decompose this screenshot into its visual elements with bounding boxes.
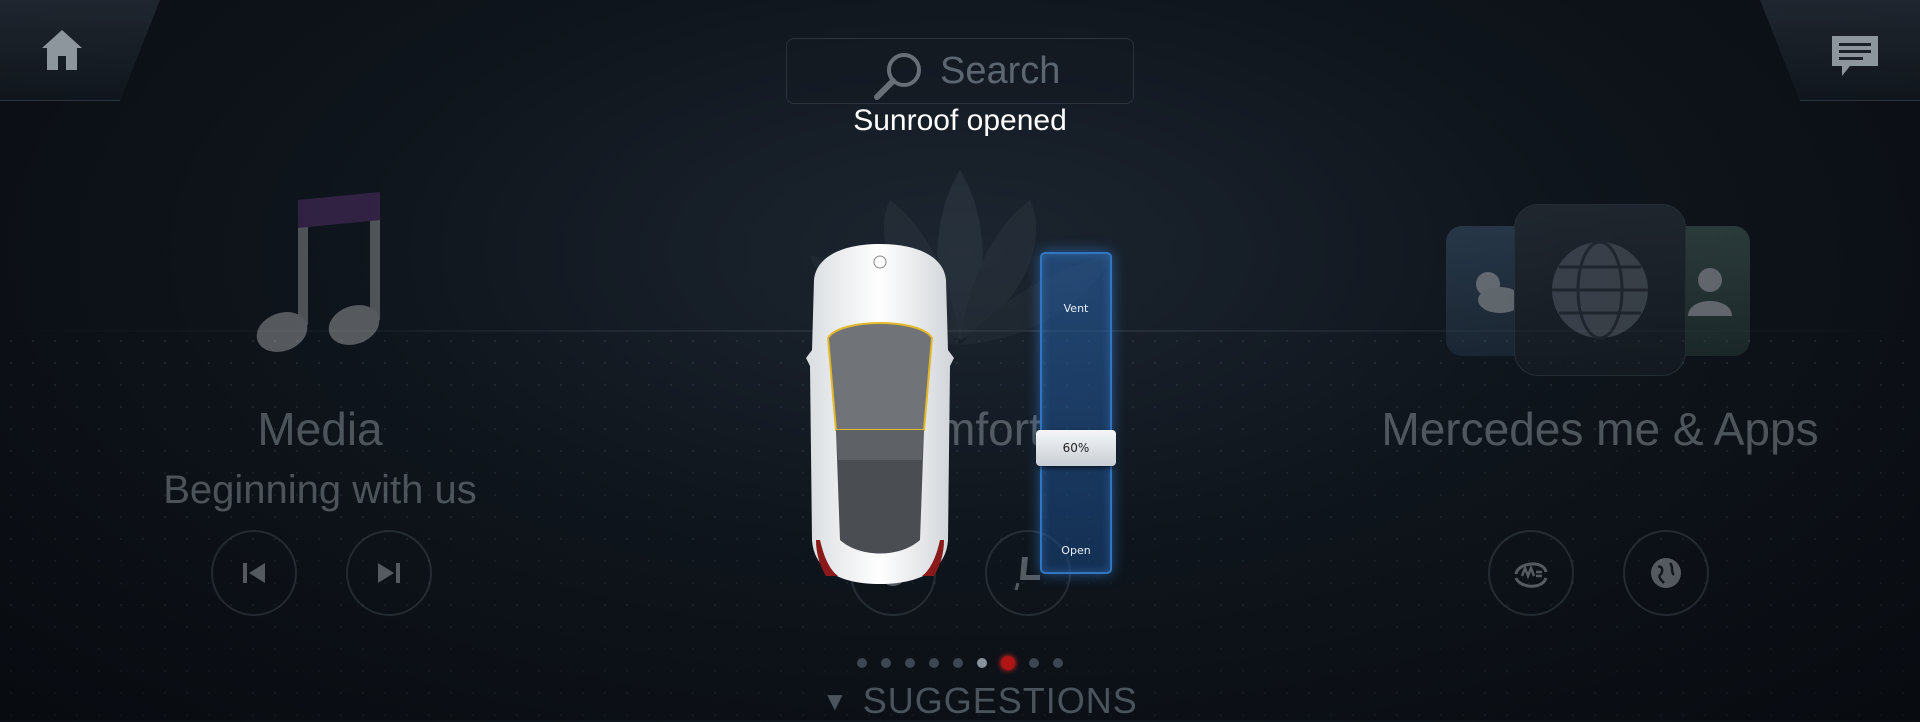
chat-icon	[1832, 36, 1878, 76]
globe-app-card	[1514, 204, 1686, 376]
search-bar[interactable]: Search	[786, 38, 1134, 104]
suggestions-label: SUGGESTIONS	[862, 680, 1138, 721]
skip-previous-icon	[243, 563, 265, 583]
mercedes-me-icon	[1514, 562, 1548, 588]
skip-previous-button[interactable]	[211, 530, 297, 616]
media-subtitle: Beginning with us	[163, 468, 477, 512]
page-dot-active[interactable]	[1001, 656, 1015, 670]
page-dot[interactable]	[1053, 658, 1063, 668]
triangle-down-icon: ▼	[822, 686, 849, 716]
car-top-view	[806, 244, 954, 584]
home-button[interactable]	[0, 0, 160, 101]
music-note-icon	[256, 192, 380, 352]
page-dot[interactable]	[857, 658, 867, 668]
page-dot[interactable]	[977, 658, 987, 668]
suggestions-toggle[interactable]: ▼ SUGGESTIONS	[822, 680, 1138, 722]
media-title: Media	[257, 403, 383, 455]
page-dot[interactable]	[881, 658, 891, 668]
slider-open-label: Open	[1061, 544, 1091, 557]
page-indicator	[857, 656, 1063, 670]
skip-next-icon	[378, 563, 400, 583]
page-dot[interactable]	[953, 658, 963, 668]
apps-title: Mercedes me & Apps	[1381, 403, 1819, 455]
sunroof-slider[interactable]: Vent 60% Open	[1036, 252, 1116, 574]
skip-next-button[interactable]	[346, 530, 432, 616]
messages-button[interactable]	[1760, 0, 1920, 101]
page-dot[interactable]	[1029, 658, 1039, 668]
slider-handle[interactable]: 60%	[1036, 430, 1116, 466]
sunroof-status-toast: Sunroof opened	[853, 104, 1067, 137]
search-icon	[874, 53, 921, 100]
globe-button[interactable]	[1623, 530, 1709, 616]
slider-vent-label: Vent	[1063, 302, 1089, 315]
home-icon	[42, 30, 82, 70]
globe-small-icon	[1651, 558, 1681, 588]
contact-icon	[1688, 268, 1732, 316]
globe-icon	[1552, 240, 1648, 340]
page-dot[interactable]	[929, 658, 939, 668]
search-label: Search	[940, 50, 1061, 92]
mercedes-me-button[interactable]	[1488, 530, 1574, 616]
page-dot[interactable]	[905, 658, 915, 668]
